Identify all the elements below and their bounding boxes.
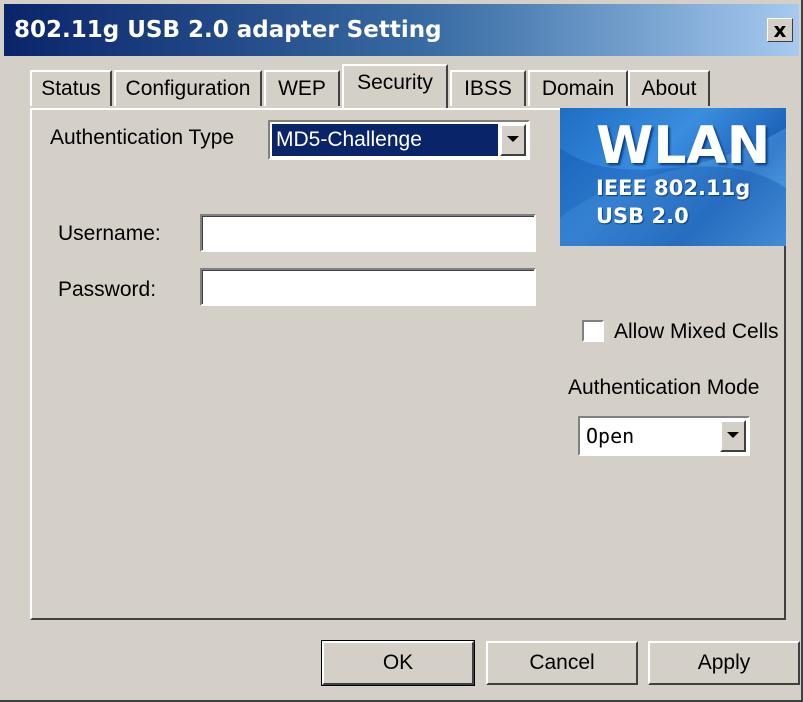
allow-mixed-cells-checkbox[interactable] xyxy=(582,320,604,342)
close-icon: x xyxy=(773,18,787,42)
password-label: Password: xyxy=(58,278,157,301)
ok-button[interactable]: OK xyxy=(321,640,475,686)
tab-ibss[interactable]: IBSS xyxy=(450,70,526,106)
auth-type-value: MD5-Challenge xyxy=(272,124,498,156)
logo-brand: WLAN xyxy=(596,116,771,176)
auth-mode-dropdown-button[interactable] xyxy=(720,420,746,452)
cancel-button[interactable]: Cancel xyxy=(486,641,638,685)
username-label: Username: xyxy=(58,222,161,245)
allow-mixed-cells-label: Allow Mixed Cells xyxy=(614,320,779,343)
tab-wep[interactable]: WEP xyxy=(264,70,340,106)
auth-type-select[interactable]: MD5-Challenge xyxy=(268,120,530,160)
tab-configuration[interactable]: Configuration xyxy=(114,70,262,106)
logo-line-1: IEEE 802.11g xyxy=(596,176,751,200)
username-input[interactable] xyxy=(200,214,536,252)
auth-type-label: Authentication Type xyxy=(50,126,235,149)
logo-line-2: USB 2.0 xyxy=(596,204,689,228)
title-bar[interactable]: 802.11g USB 2.0 adapter Setting x xyxy=(4,4,799,56)
auth-mode-label: Authentication Mode xyxy=(568,376,760,399)
wlan-logo: WLAN IEEE 802.11g USB 2.0 xyxy=(560,108,786,246)
window-title: 802.11g USB 2.0 adapter Setting xyxy=(14,17,442,43)
auth-type-dropdown-button[interactable] xyxy=(500,124,526,156)
chevron-down-icon xyxy=(727,432,739,438)
tab-about[interactable]: About xyxy=(628,70,710,106)
tab-domain[interactable]: Domain xyxy=(528,70,628,106)
settings-dialog: 802.11g USB 2.0 adapter Setting x Status… xyxy=(0,0,803,702)
password-input[interactable] xyxy=(200,268,536,306)
tab-security[interactable]: Security xyxy=(342,64,448,108)
auth-mode-select[interactable]: Open xyxy=(578,416,750,456)
auth-mode-value: Open xyxy=(586,424,635,448)
tab-status[interactable]: Status xyxy=(30,70,112,106)
chevron-down-icon xyxy=(507,136,519,142)
apply-button[interactable]: Apply xyxy=(648,641,800,685)
close-button[interactable]: x xyxy=(767,18,793,42)
